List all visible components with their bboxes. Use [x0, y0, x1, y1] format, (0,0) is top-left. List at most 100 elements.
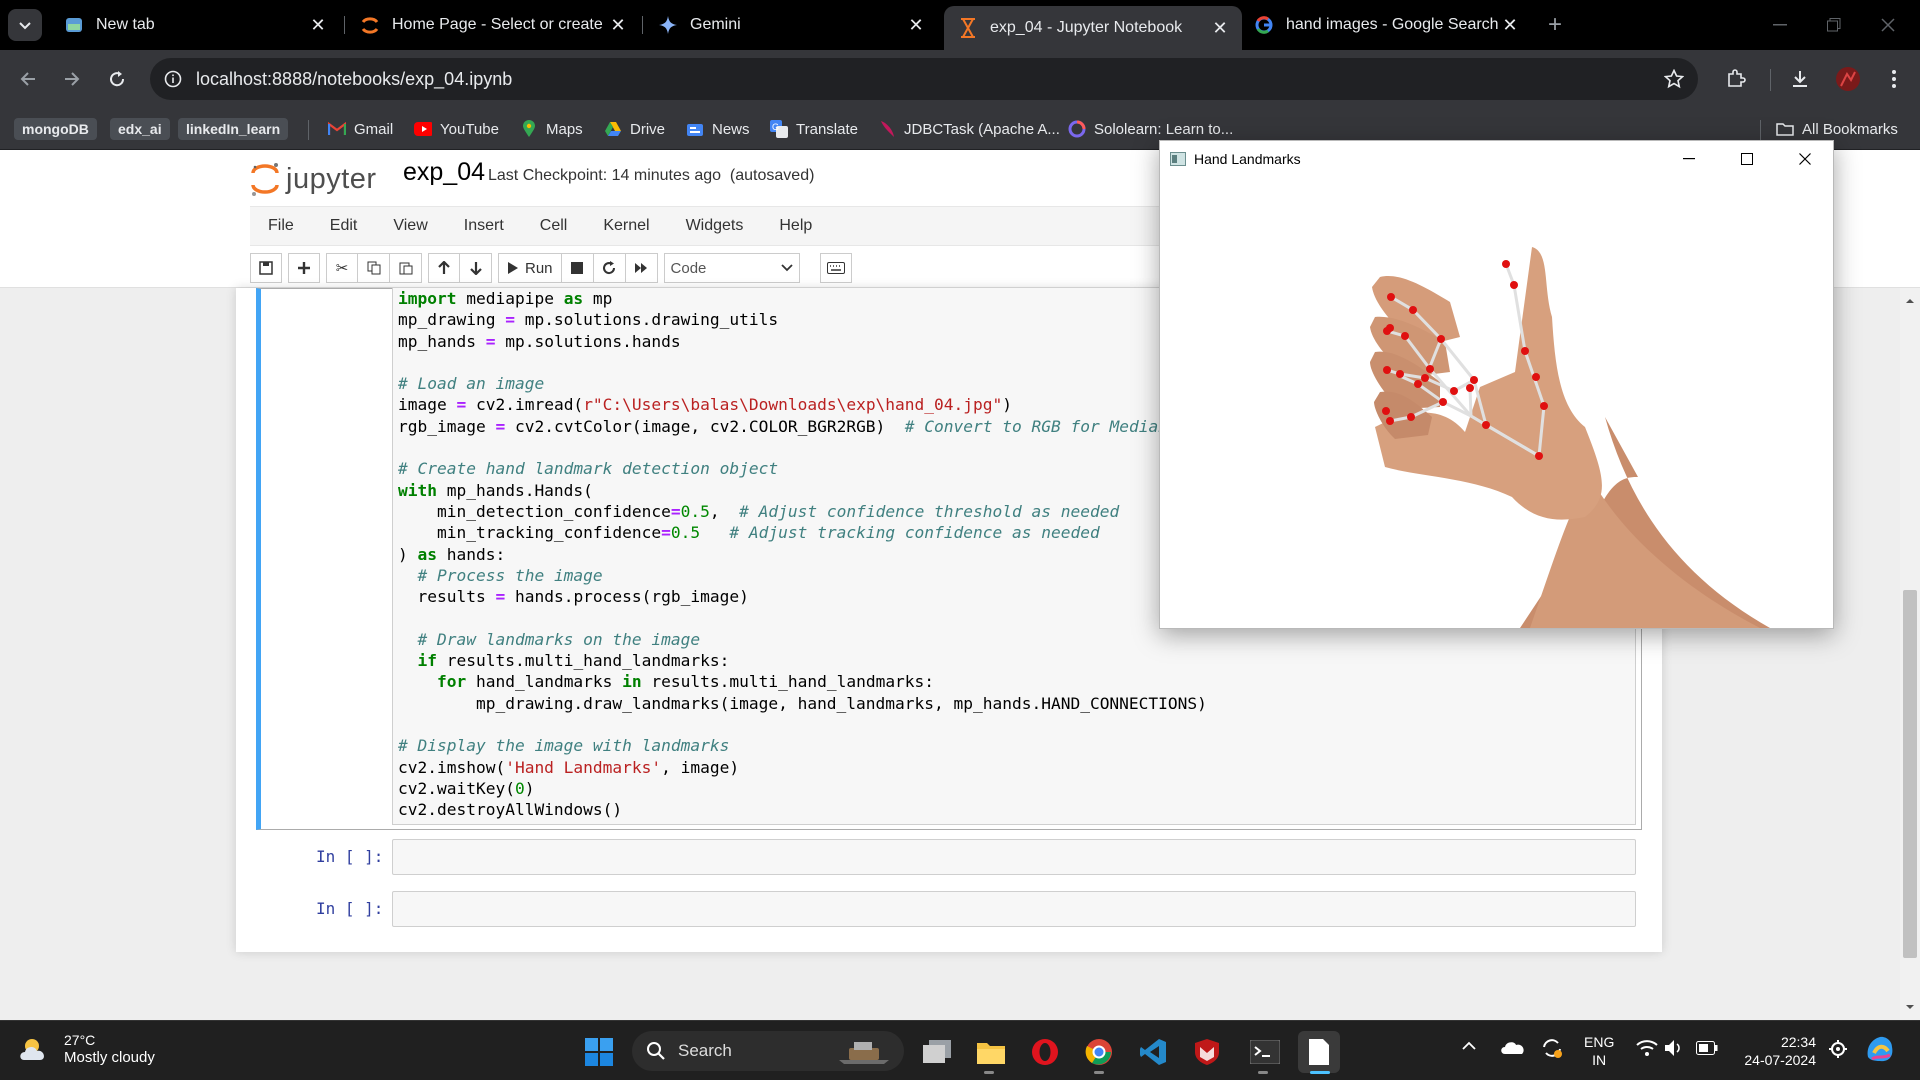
- bookmark-news[interactable]: News: [686, 117, 750, 141]
- code-line[interactable]: results = hands.process(rgb_image): [398, 586, 1207, 607]
- scroll-down-icon[interactable]: [1900, 1000, 1920, 1014]
- address-bar[interactable]: localhost:8888/notebooks/exp_04.ipynb: [150, 58, 1698, 100]
- new-tab-button[interactable]: +: [1540, 11, 1570, 38]
- code-text[interactable]: import mediapipe as mp mp_drawing = mp.so…: [398, 288, 1207, 820]
- menu-view[interactable]: View: [393, 217, 427, 235]
- bookmark-gmail[interactable]: Gmail: [328, 117, 393, 141]
- menu-cell[interactable]: Cell: [540, 217, 568, 235]
- code-line[interactable]: for hand_landmarks in results.multi_hand…: [398, 671, 1207, 692]
- language-indicator[interactable]: ENG IN: [1584, 1033, 1614, 1069]
- forward-icon[interactable]: [54, 61, 90, 97]
- move-down-icon[interactable]: [460, 253, 492, 283]
- fast-forward-icon[interactable]: [625, 253, 658, 283]
- notepad-icon[interactable]: [1298, 1031, 1340, 1073]
- tab-exp04[interactable]: exp_04 - Jupyter Notebook ✕: [944, 6, 1242, 50]
- code-line[interactable]: cv2.destroyAllWindows(): [398, 799, 1207, 820]
- tab-gemini[interactable]: Gemini ✕: [644, 8, 938, 42]
- chrome-icon[interactable]: [1078, 1031, 1120, 1073]
- wifi-icon[interactable]: [1636, 1039, 1658, 1057]
- menu-widgets[interactable]: Widgets: [686, 217, 744, 235]
- maximize-icon[interactable]: [1718, 141, 1776, 177]
- menu-kebab-icon[interactable]: [1876, 61, 1912, 97]
- cell-type-select[interactable]: Code: [663, 253, 800, 283]
- restore-icon[interactable]: [1814, 10, 1854, 40]
- save-icon[interactable]: [250, 253, 282, 283]
- bookmark-mongodb[interactable]: mongoDB: [14, 118, 97, 140]
- code-line[interactable]: min_tracking_confidence=0.5 # Adjust tra…: [398, 522, 1207, 543]
- code-line[interactable]: ​: [398, 437, 1207, 458]
- paste-icon[interactable]: [390, 253, 422, 283]
- tab-search-button[interactable]: [8, 9, 42, 41]
- empty-code-cell[interactable]: [392, 891, 1636, 927]
- tab-google-search[interactable]: hand images - Google Search ✕: [1240, 8, 1532, 42]
- keyboard-icon[interactable]: [819, 253, 852, 283]
- task-view-icon[interactable]: [916, 1031, 958, 1073]
- copilot-icon[interactable]: [1864, 1033, 1896, 1065]
- vscode-icon[interactable]: [1132, 1031, 1174, 1073]
- close-window-icon[interactable]: [1868, 10, 1908, 40]
- code-line[interactable]: ) as hands:: [398, 544, 1207, 565]
- code-line[interactable]: mp_drawing.draw_landmarks(image, hand_la…: [398, 693, 1207, 714]
- cut-icon[interactable]: ✂: [326, 253, 358, 283]
- site-info-icon[interactable]: [162, 68, 184, 90]
- weather-widget[interactable]: 27°C Mostly cloudy: [18, 1031, 155, 1067]
- close-icon[interactable]: ✕: [606, 13, 630, 37]
- bookmark-maps[interactable]: Maps: [520, 117, 583, 141]
- tab-new-tab[interactable]: New tab ✕: [50, 8, 340, 42]
- close-icon[interactable]: ✕: [904, 13, 928, 37]
- back-icon[interactable]: [10, 61, 46, 97]
- close-icon[interactable]: ✕: [1208, 16, 1232, 40]
- terminal-icon[interactable]: [1244, 1031, 1286, 1073]
- scroll-up-icon[interactable]: [1900, 294, 1920, 308]
- code-line[interactable]: # Create hand landmark detection object: [398, 458, 1207, 479]
- code-line[interactable]: # Draw landmarks on the image: [398, 629, 1207, 650]
- minimize-icon[interactable]: [1660, 141, 1718, 177]
- bookmark-edx-ai[interactable]: edx_ai: [110, 118, 170, 140]
- code-line[interactable]: mp_hands = mp.solutions.hands: [398, 331, 1207, 352]
- volume-icon[interactable]: [1664, 1039, 1684, 1057]
- extensions-icon[interactable]: [1718, 61, 1754, 97]
- menu-file[interactable]: File: [268, 217, 294, 235]
- code-line[interactable]: if results.multi_hand_landmarks:: [398, 650, 1207, 671]
- mcafee-icon[interactable]: [1186, 1031, 1228, 1073]
- minimize-icon[interactable]: [1760, 10, 1800, 40]
- profile-avatar[interactable]: [1830, 61, 1866, 97]
- notebook-name[interactable]: exp_04: [403, 158, 485, 187]
- code-line[interactable]: image = cv2.imread(r"C:\Users\balas\Down…: [398, 394, 1207, 415]
- menu-help[interactable]: Help: [779, 217, 812, 235]
- close-icon[interactable]: ✕: [306, 13, 330, 37]
- close-icon[interactable]: [1776, 141, 1834, 177]
- close-icon[interactable]: ✕: [1498, 13, 1522, 37]
- menu-edit[interactable]: Edit: [330, 217, 358, 235]
- scrollbar-thumb[interactable]: [1903, 590, 1917, 958]
- code-line[interactable]: ​: [398, 714, 1207, 735]
- bookmark-star-icon[interactable]: [1664, 69, 1684, 89]
- sync-icon[interactable]: [1540, 1037, 1564, 1059]
- file-explorer-icon[interactable]: [970, 1031, 1012, 1073]
- code-line[interactable]: # Load an image: [398, 373, 1207, 394]
- move-up-icon[interactable]: [428, 253, 460, 283]
- clock[interactable]: 22:34 24-07-2024: [1738, 1033, 1816, 1069]
- bookmark-drive[interactable]: Drive: [604, 117, 665, 141]
- download-icon[interactable]: [1782, 61, 1818, 97]
- code-line[interactable]: with mp_hands.Hands(: [398, 480, 1207, 501]
- code-line[interactable]: rgb_image = cv2.cvtColor(image, cv2.COLO…: [398, 416, 1207, 437]
- jupyter-logo[interactable]: jupyter: [250, 160, 377, 198]
- tab-jupyter-home[interactable]: Home Page - Select or create a ✕: [346, 8, 640, 42]
- menu-kernel[interactable]: Kernel: [603, 217, 649, 235]
- bookmark-jdbctask[interactable]: JDBCTask (Apache A...: [878, 117, 1060, 141]
- bookmark-youtube[interactable]: YouTube: [414, 117, 499, 141]
- code-line[interactable]: mp_drawing = mp.solutions.drawing_utils: [398, 309, 1207, 330]
- add-cell-icon[interactable]: [288, 253, 320, 283]
- chevron-up-icon[interactable]: [1462, 1041, 1476, 1051]
- url-text[interactable]: localhost:8888/notebooks/exp_04.ipynb: [196, 69, 512, 90]
- taskbar-search[interactable]: Search: [632, 1031, 904, 1071]
- hand-landmarks-window[interactable]: Hand Landmarks: [1159, 140, 1834, 629]
- copy-icon[interactable]: [358, 253, 390, 283]
- empty-code-cell[interactable]: [392, 839, 1636, 875]
- code-line[interactable]: ​: [398, 352, 1207, 373]
- code-line[interactable]: cv2.imshow('Hand Landmarks', image): [398, 757, 1207, 778]
- restart-icon[interactable]: [593, 253, 626, 283]
- menu-insert[interactable]: Insert: [464, 217, 504, 235]
- window-titlebar[interactable]: Hand Landmarks: [1160, 141, 1833, 177]
